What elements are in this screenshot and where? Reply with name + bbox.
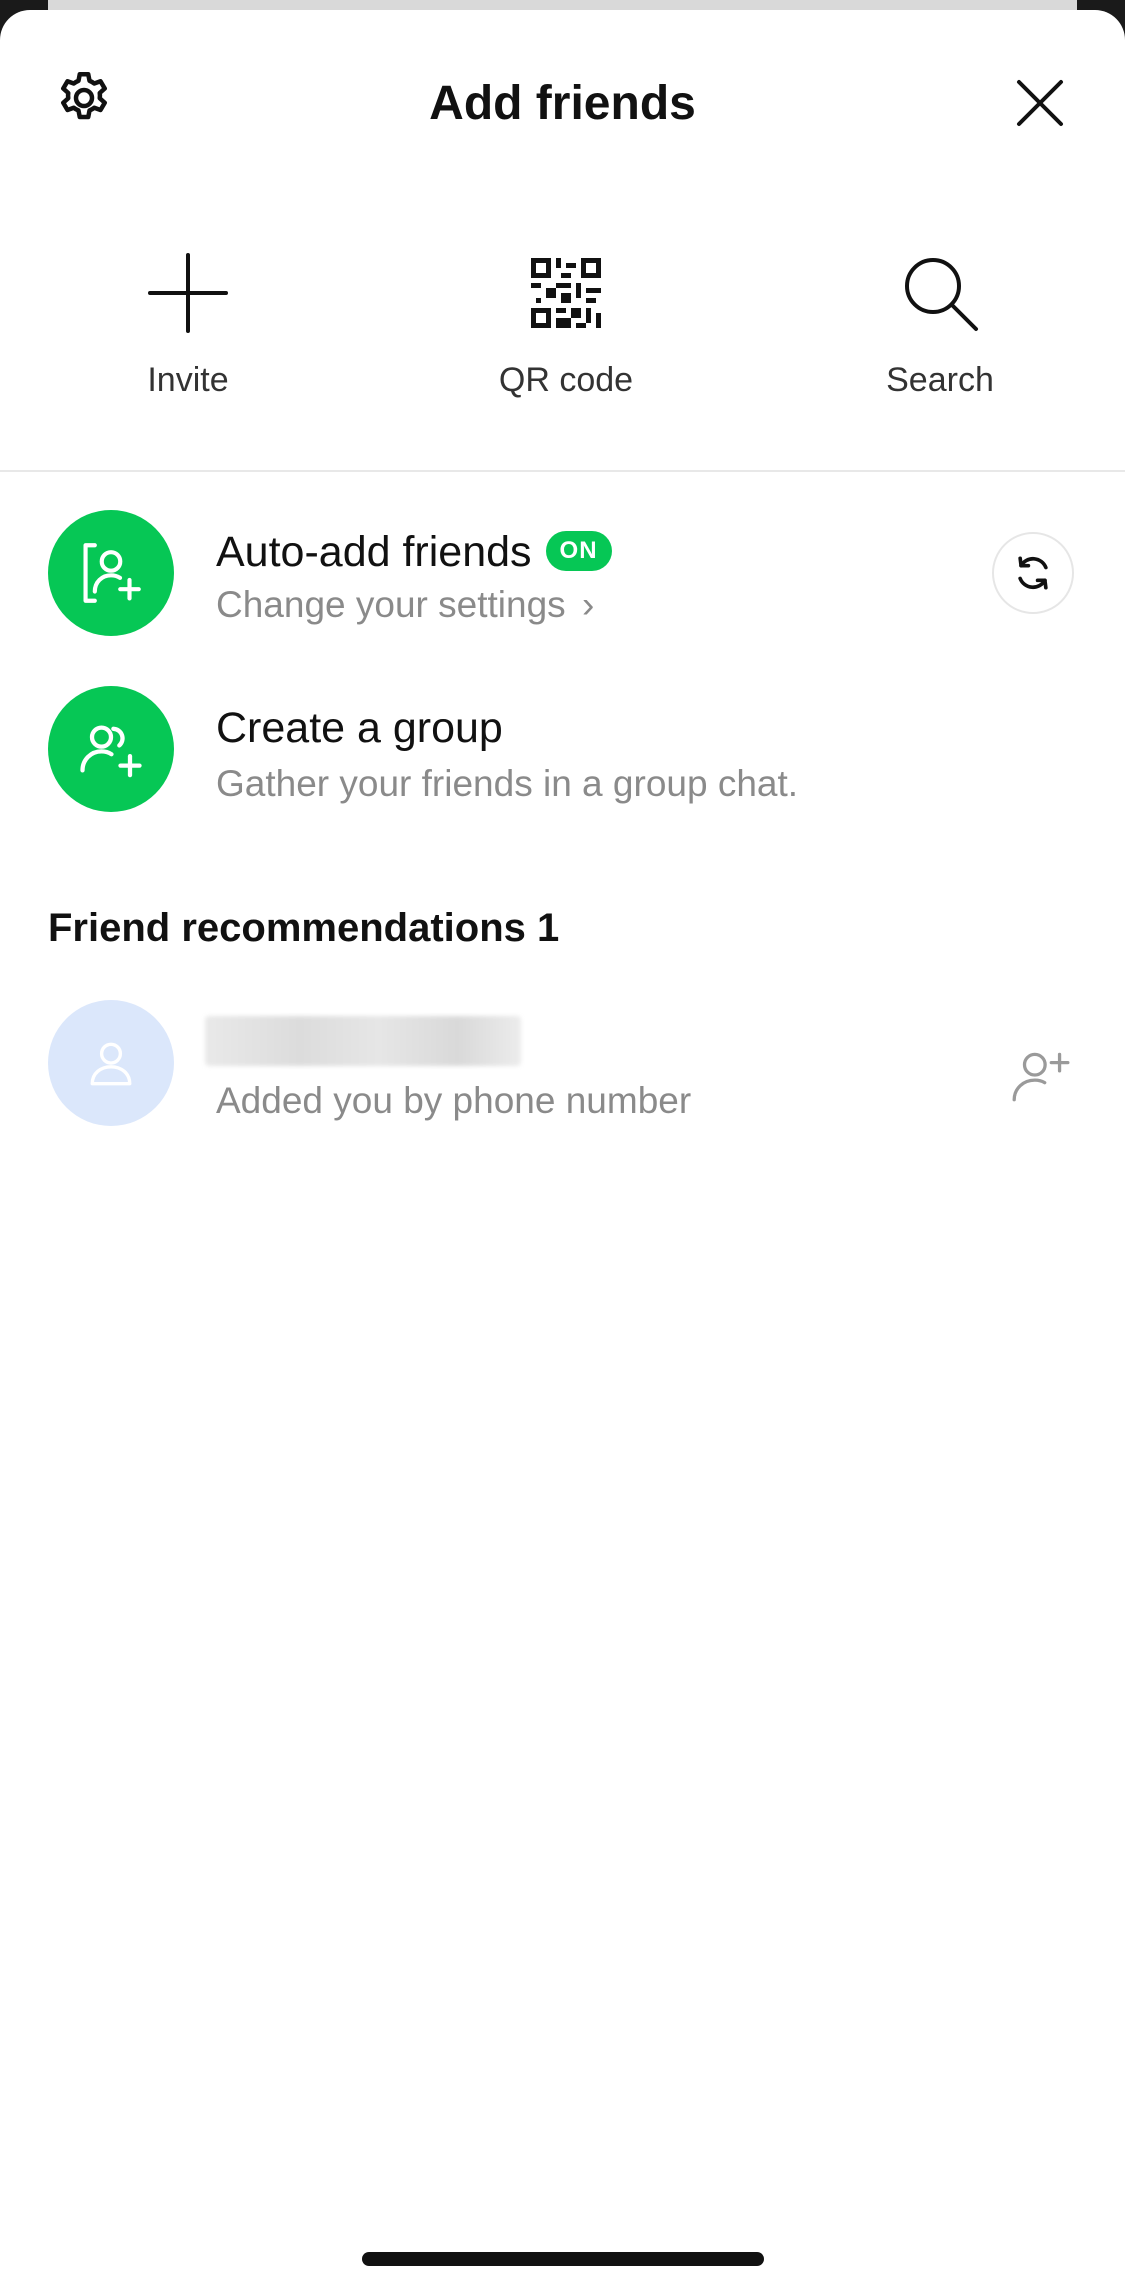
create-group-title: Create a group bbox=[216, 704, 503, 752]
change-settings-label: Change your settings bbox=[216, 584, 566, 625]
friend-recommendations-title: Friend recommendations 1 bbox=[48, 906, 560, 950]
chevron-right-icon: › bbox=[581, 584, 595, 625]
qr-code-icon bbox=[521, 248, 611, 338]
recommendation-subtitle: Added you by phone number bbox=[216, 1080, 692, 1121]
create-group-row[interactable]: Create a group Gather your friends in a … bbox=[0, 686, 1125, 836]
search-button[interactable]: Search bbox=[810, 230, 1070, 410]
page-title: Add friends bbox=[429, 77, 696, 130]
auto-add-friends-label: Auto-add friends bbox=[216, 528, 532, 576]
close-icon bbox=[1017, 80, 1063, 126]
invite-button[interactable]: Invite bbox=[58, 230, 318, 410]
create-group-icon bbox=[48, 686, 174, 812]
add-friends-sheet: Add friends Invite QR code Search Auto-a… bbox=[0, 10, 1125, 2284]
blurred-name bbox=[205, 1016, 521, 1066]
search-icon bbox=[895, 248, 985, 338]
plus-icon bbox=[143, 248, 233, 338]
auto-add-friends-row[interactable]: Auto-add friends ON Change your settings … bbox=[0, 510, 1125, 660]
create-group-subtitle: Gather your friends in a group chat. bbox=[216, 763, 799, 804]
search-label: Search bbox=[886, 361, 994, 399]
refresh-button[interactable] bbox=[992, 532, 1074, 614]
person-icon bbox=[90, 1042, 132, 1086]
header: Add friends bbox=[0, 10, 1125, 180]
quick-actions: Invite QR code Search bbox=[0, 230, 1125, 410]
auto-add-friends-icon bbox=[48, 510, 174, 636]
change-settings-link[interactable]: Change your settings › bbox=[216, 580, 594, 630]
qr-code-label: QR code bbox=[498, 361, 634, 399]
add-friend-button[interactable] bbox=[1006, 1040, 1076, 1110]
home-indicator bbox=[362, 2252, 764, 2266]
invite-label: Invite bbox=[147, 361, 229, 399]
avatar bbox=[48, 1000, 174, 1126]
auto-add-friends-title: Auto-add friends ON bbox=[216, 524, 612, 580]
divider bbox=[0, 470, 1125, 472]
qr-code-button[interactable]: QR code bbox=[436, 230, 696, 410]
refresh-icon bbox=[1018, 556, 1048, 590]
add-person-icon bbox=[1012, 1052, 1070, 1102]
on-badge: ON bbox=[545, 530, 612, 571]
close-button[interactable] bbox=[1005, 68, 1075, 138]
